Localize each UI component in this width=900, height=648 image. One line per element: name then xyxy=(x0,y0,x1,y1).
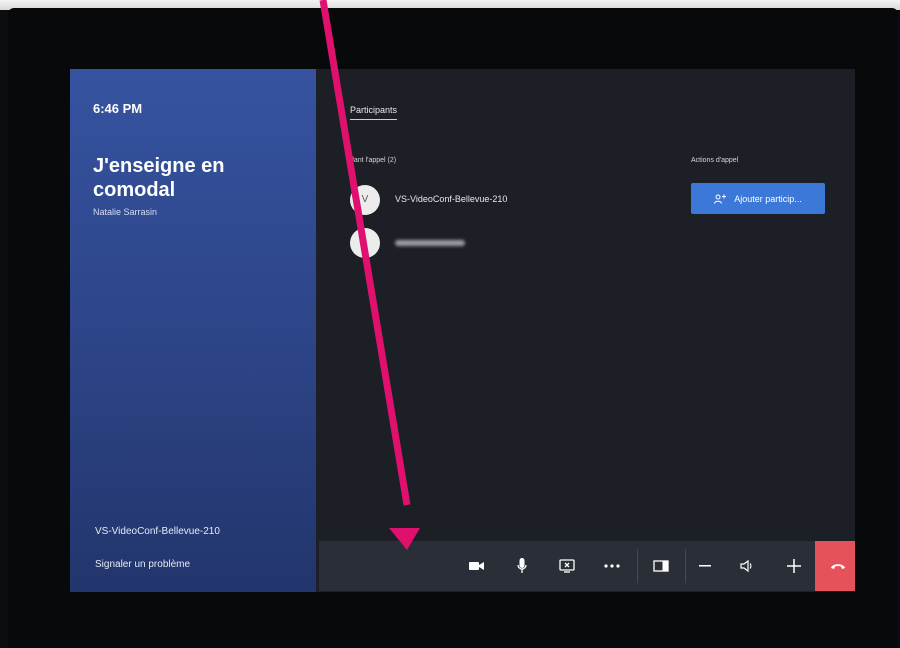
more-options-button[interactable] xyxy=(592,541,632,591)
clock: 6:46 PM xyxy=(93,101,143,116)
share-screen-button[interactable] xyxy=(547,541,587,591)
meeting-title: J'enseigne en comodal xyxy=(93,155,225,201)
avatar: V xyxy=(350,185,380,215)
participant-name: VS-VideoConf-Bellevue-210 xyxy=(395,194,508,204)
participant-row[interactable]: V VS-VideoConf-Bellevue-210 xyxy=(350,185,610,215)
report-problem-link[interactable]: Signaler un problème xyxy=(95,559,190,570)
volume-down-button[interactable] xyxy=(685,541,725,591)
tab-participants[interactable]: Participants xyxy=(350,105,398,120)
blurred-participant-name xyxy=(395,240,465,246)
hang-up-button[interactable] xyxy=(815,541,855,591)
call-control-bar xyxy=(319,541,855,591)
room-name: VS-VideoConf-Bellevue-210 xyxy=(95,526,220,537)
call-actions-section-label: Actions d'appel xyxy=(691,157,739,164)
organizer-name: Natalie Sarrasin xyxy=(93,207,158,217)
volume-up-button[interactable] xyxy=(774,541,814,591)
meeting-info-panel: 6:46 PM J'enseigne en comodal Natalie Sa… xyxy=(70,69,316,592)
layout-icon xyxy=(653,560,669,572)
more-options-icon xyxy=(604,564,620,568)
video-camera-button[interactable] xyxy=(457,541,497,591)
add-participant-label: Ajouter particip... xyxy=(734,193,802,204)
volume-down-icon xyxy=(699,565,711,567)
avatar xyxy=(350,228,380,258)
participant-row[interactable] xyxy=(350,228,610,258)
hang-up-icon xyxy=(830,562,846,570)
in-call-section-label: dant l'appel (2) xyxy=(350,157,397,164)
video-camera-icon xyxy=(469,560,485,572)
volume-up-icon xyxy=(787,559,801,573)
divider xyxy=(637,549,638,583)
add-person-icon xyxy=(714,194,727,204)
speaker-button xyxy=(727,541,767,591)
layout-button[interactable] xyxy=(641,541,681,591)
speaker-icon xyxy=(739,559,755,573)
microphone-button[interactable] xyxy=(502,541,542,591)
teams-room-screen: 6:46 PM J'enseigne en comodal Natalie Sa… xyxy=(70,69,855,592)
microphone-icon xyxy=(517,558,527,574)
add-participant-button[interactable]: Ajouter particip... xyxy=(691,183,825,214)
share-screen-icon xyxy=(559,559,575,573)
